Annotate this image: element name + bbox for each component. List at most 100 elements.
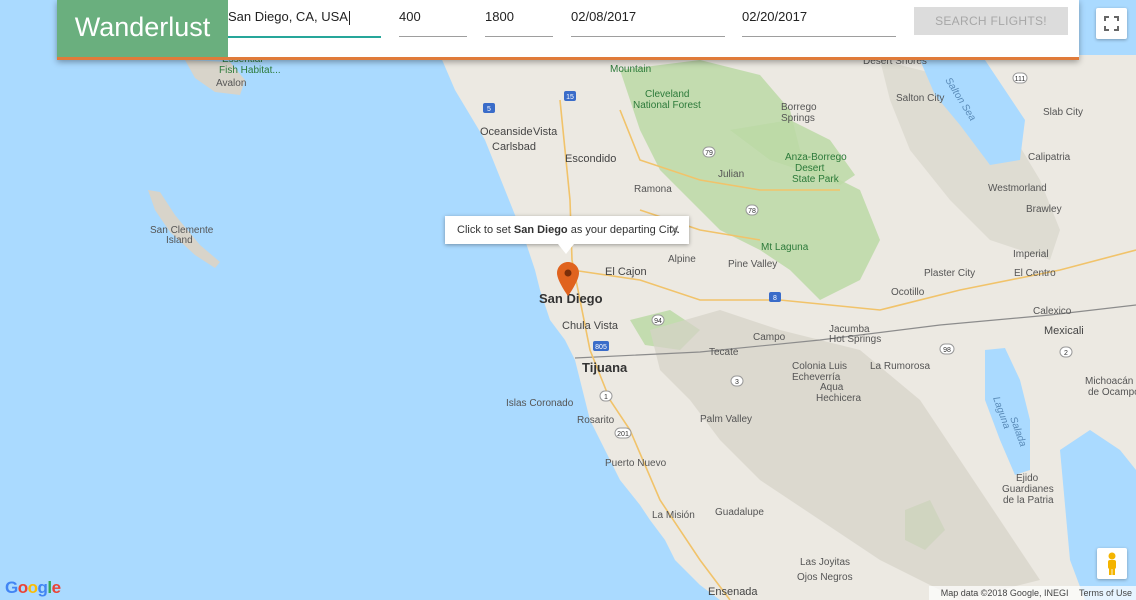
label-colonia-luis: Colonia Luis	[792, 361, 847, 372]
label-calipatria: Calipatria	[1028, 152, 1071, 163]
max-price-input[interactable]: 1800	[485, 0, 553, 37]
shield-5: 5	[483, 103, 495, 113]
label-vista: Vista	[533, 126, 558, 138]
label-mexicali: Mexicali	[1044, 325, 1084, 337]
label-essential-2: Fish Habitat...	[219, 65, 281, 76]
label-pine-valley: Pine Valley	[728, 259, 777, 270]
label-alpine: Alpine	[668, 254, 696, 265]
label-tijuana: Tijuana	[582, 360, 628, 375]
terms-link[interactable]: Terms of Use	[1079, 588, 1132, 598]
label-mountain: Mountain	[610, 64, 651, 75]
label-chula-vista: Chula Vista	[562, 320, 619, 332]
map-marker-icon[interactable]	[557, 262, 579, 296]
map-data-text: Map data ©2018 Google, INEGI	[940, 588, 1069, 598]
shield-2: 2	[1059, 346, 1073, 358]
label-palm-valley: Palm Valley	[700, 414, 752, 425]
shield-98: 98	[939, 343, 955, 355]
map-canvas[interactable]: San Diego Chula Vista Tijuana El Cajon O…	[0, 0, 1136, 600]
label-las-joyitas: Las Joyitas	[800, 557, 850, 568]
label-el-centro: El Centro	[1014, 268, 1056, 279]
label-avalon: Avalon	[216, 78, 246, 89]
label-slab-city: Slab City	[1043, 107, 1083, 118]
label-anza-1: Anza-Borrego	[785, 152, 847, 163]
label-escondido: Escondido	[565, 153, 616, 165]
label-michoacan-1: Michoacán	[1085, 376, 1133, 387]
google-logo[interactable]: Google	[5, 578, 61, 598]
infowindow-prefix: Click to set	[457, 224, 514, 236]
label-el-cajon: El Cajon	[605, 266, 647, 278]
fullscreen-button[interactable]	[1096, 8, 1127, 39]
svg-text:15: 15	[566, 94, 574, 101]
shield-111: 111	[1012, 72, 1028, 84]
label-la-rumorosa: La Rumorosa	[870, 361, 930, 372]
return-date-value: 02/20/2017	[742, 9, 808, 24]
svg-text:1: 1	[604, 394, 608, 401]
return-date-input[interactable]: 02/20/2017	[742, 0, 896, 37]
search-flights-button[interactable]: SEARCH FLIGHTS!	[914, 7, 1068, 35]
svg-text:805: 805	[595, 344, 607, 351]
label-ejido-2: Guardianes	[1002, 484, 1054, 495]
pegman-icon	[1108, 552, 1116, 575]
depart-date-value: 02/08/2017	[571, 9, 637, 24]
label-anza-2: Desert	[795, 163, 825, 174]
label-westmorland: Westmorland	[988, 183, 1047, 194]
label-ejido-1: Ejido	[1016, 473, 1039, 484]
label-julian: Julian	[718, 169, 744, 180]
shield-94: 94	[651, 314, 665, 326]
svg-text:98: 98	[943, 347, 951, 354]
label-imperial: Imperial	[1013, 249, 1049, 260]
svg-text:79: 79	[705, 150, 713, 157]
label-brawley: Brawley	[1026, 204, 1062, 215]
label-salton-city: Salton City	[896, 93, 944, 104]
shield-1: 1	[599, 390, 613, 402]
max-price-value: 1800	[485, 9, 514, 24]
label-campo: Campo	[753, 332, 786, 343]
min-price-value: 400	[399, 9, 421, 24]
infowindow-suffix: as your departing City.	[567, 224, 680, 236]
label-hot-springs: Hot Springs	[829, 334, 881, 345]
svg-text:8: 8	[773, 295, 777, 302]
text-cursor	[348, 10, 350, 25]
street-view-pegman-button[interactable]	[1097, 548, 1127, 579]
svg-text:2: 2	[1064, 350, 1068, 357]
label-ensenada: Ensenada	[708, 586, 758, 598]
label-borrego-2: Springs	[781, 113, 815, 124]
close-icon[interactable]: ✕	[669, 216, 680, 244]
min-price-input[interactable]: 400	[399, 0, 467, 37]
shield-78: 78	[745, 204, 759, 216]
label-guadalupe: Guadalupe	[715, 507, 764, 518]
label-borrego-1: Borrego	[781, 102, 817, 113]
svg-text:94: 94	[654, 318, 662, 325]
shield-3: 3	[730, 375, 744, 387]
infowindow-tail	[558, 244, 574, 254]
city-input[interactable]: San Diego, CA, USA	[228, 0, 381, 38]
shield-201: 201	[614, 427, 632, 439]
svg-text:5: 5	[487, 106, 491, 113]
label-san-clemente-2: Island	[166, 235, 193, 246]
label-mt-laguna: Mt Laguna	[761, 242, 809, 253]
label-michoacan-2: de Ocampo	[1088, 387, 1136, 398]
label-carlsbad: Carlsbad	[492, 141, 536, 153]
shield-8: 8	[769, 292, 781, 302]
label-la-mision: La Misión	[652, 510, 695, 521]
depart-date-input[interactable]: 02/08/2017	[571, 0, 725, 37]
label-rosarito: Rosarito	[577, 415, 615, 426]
infowindow-text: Click to set San Diego as your departing…	[457, 216, 680, 244]
brand-logo[interactable]: Wanderlust	[57, 0, 228, 57]
search-bar: Wanderlust San Diego, CA, USA 400 1800 0…	[57, 0, 1079, 60]
shield-805: 805	[593, 341, 609, 351]
label-cleveland-2: National Forest	[633, 100, 701, 111]
label-oceanside: Oceanside	[480, 126, 533, 138]
svg-text:3: 3	[735, 379, 739, 386]
label-hechicera: Hechicera	[816, 393, 861, 404]
label-calexico: Calexico	[1033, 306, 1072, 317]
svg-text:201: 201	[617, 431, 629, 438]
label-tecate: Tecate	[709, 347, 739, 358]
svg-text:111: 111	[1015, 76, 1026, 83]
label-aqua: Aqua	[820, 382, 844, 393]
label-cleveland-1: Cleveland	[645, 89, 689, 100]
map-attribution: Map data ©2018 Google, INEGI Terms of Us…	[928, 586, 1136, 600]
map-infowindow[interactable]: Click to set San Diego as your departing…	[445, 216, 689, 254]
shield-15: 15	[564, 91, 576, 101]
label-ocotillo: Ocotillo	[891, 287, 925, 298]
